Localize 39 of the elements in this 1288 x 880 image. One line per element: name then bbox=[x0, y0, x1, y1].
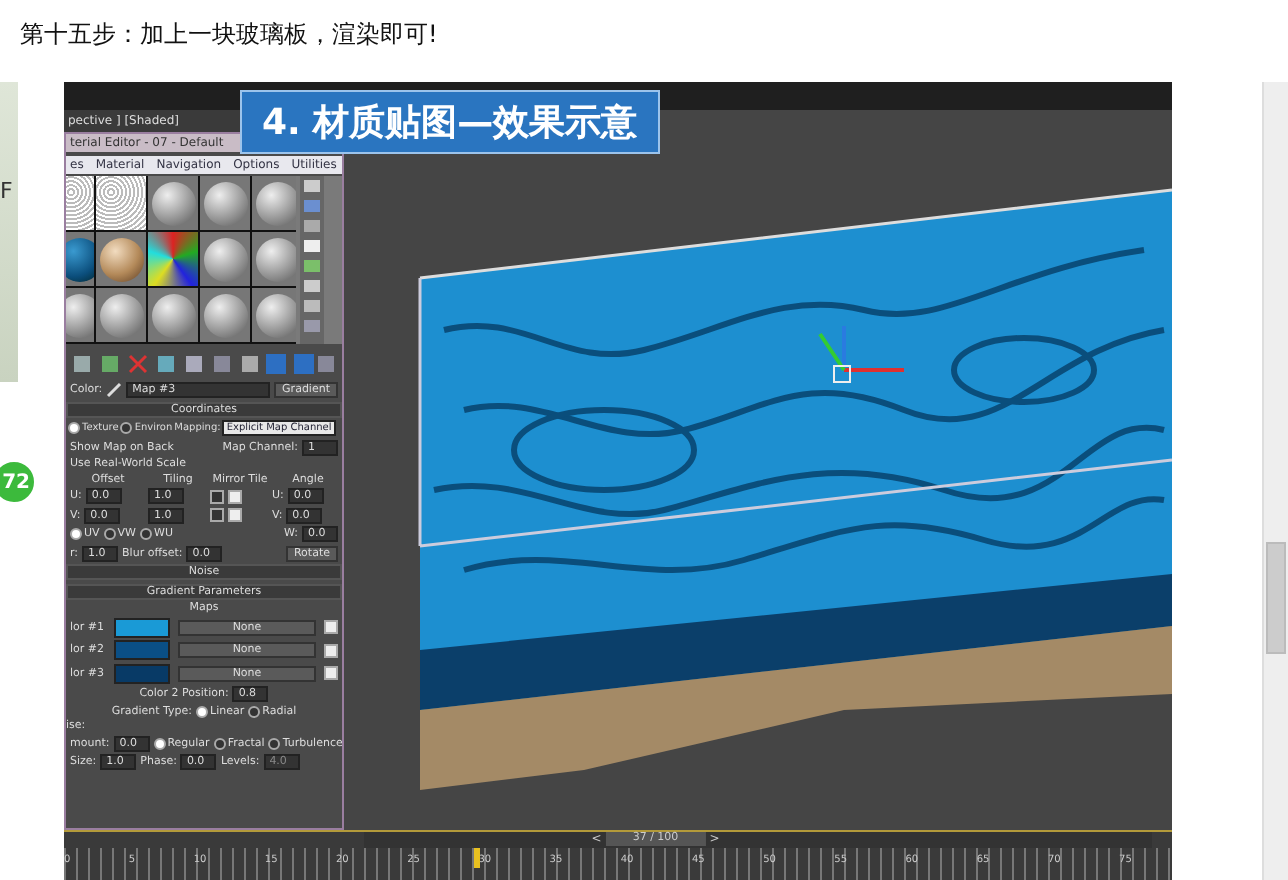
radio-button[interactable] bbox=[68, 422, 80, 434]
radio-button[interactable] bbox=[140, 528, 152, 540]
transform-gizmo-icon[interactable] bbox=[818, 326, 904, 383]
map-checkbox[interactable] bbox=[324, 666, 338, 680]
material-sphere[interactable] bbox=[255, 237, 296, 281]
step-heading: 第十五步：加上一块玻璃板，渲染即可! bbox=[20, 18, 438, 52]
radio-button[interactable] bbox=[70, 528, 82, 540]
material-sphere[interactable] bbox=[151, 293, 195, 337]
color-swatch[interactable] bbox=[114, 663, 170, 683]
map-checkbox[interactable] bbox=[324, 620, 338, 634]
count-badge: 72 bbox=[0, 458, 38, 506]
radio-button[interactable] bbox=[196, 705, 209, 717]
mirror-checkbox[interactable] bbox=[210, 508, 224, 522]
frame-marker[interactable] bbox=[473, 848, 480, 868]
material-sphere[interactable] bbox=[99, 293, 143, 337]
material-sphere[interactable] bbox=[203, 293, 247, 337]
radio-button[interactable] bbox=[213, 737, 226, 749]
material-sphere[interactable] bbox=[203, 181, 247, 225]
scrollbar-thumb[interactable] bbox=[1266, 542, 1286, 654]
radio-button[interactable] bbox=[120, 422, 133, 434]
radio-button[interactable] bbox=[248, 705, 261, 717]
map-checkbox[interactable] bbox=[324, 643, 338, 657]
material-sphere[interactable] bbox=[255, 181, 296, 225]
material-sphere[interactable] bbox=[255, 293, 296, 337]
radio-button[interactable] bbox=[153, 737, 166, 749]
mirror-checkbox[interactable] bbox=[210, 489, 224, 503]
radio-button[interactable] bbox=[268, 737, 281, 749]
material-sphere[interactable] bbox=[203, 237, 247, 281]
edge-letter: F bbox=[0, 178, 13, 204]
color-swatch[interactable] bbox=[114, 617, 170, 637]
tile-checkbox[interactable] bbox=[228, 489, 242, 503]
material-sphere[interactable] bbox=[99, 237, 143, 281]
material-sphere[interactable] bbox=[151, 181, 195, 225]
scrollbar[interactable] bbox=[1262, 82, 1288, 880]
title-banner: 4. 材质贴图—效果示意 bbox=[240, 90, 660, 154]
color-swatch[interactable] bbox=[114, 640, 170, 660]
eyedropper-icon[interactable] bbox=[106, 382, 123, 398]
tile-checkbox[interactable] bbox=[228, 508, 242, 522]
radio-button[interactable] bbox=[103, 528, 116, 540]
